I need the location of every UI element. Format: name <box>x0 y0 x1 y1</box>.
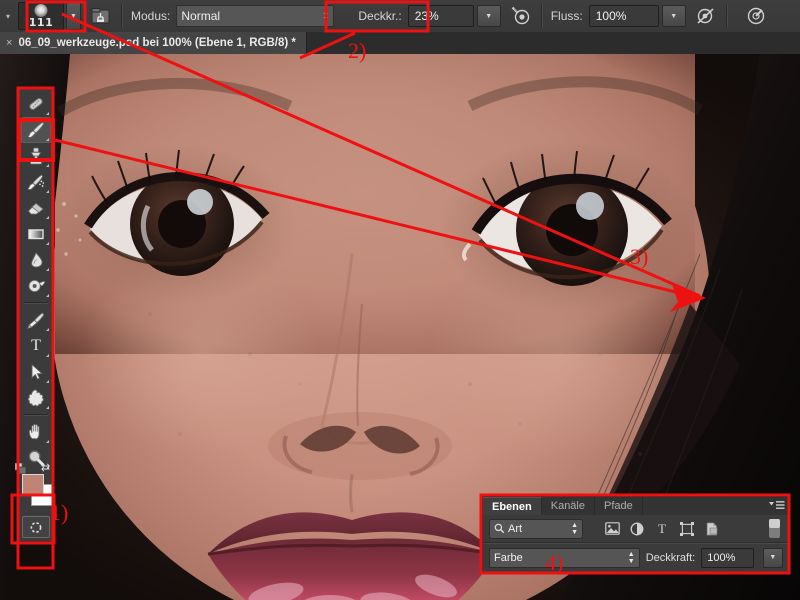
tab-pfade-label: Pfade <box>604 500 633 512</box>
gradient-tool[interactable] <box>21 221 51 247</box>
layer-filter-row: Art ▲ ▼ T <box>483 515 789 542</box>
document-tab-bar: × 06_09_werkzeuge.psd bei 100% (Ebene 1,… <box>0 32 800 54</box>
pen-tool[interactable] <box>21 307 51 333</box>
opacity-label[interactable]: Deckkr.: <box>358 9 401 23</box>
tool-flyout-corner-icon <box>46 440 49 443</box>
layer-opacity-dropdown-arrow[interactable]: ▼ <box>762 547 783 568</box>
blur-tool[interactable] <box>21 247 51 273</box>
type-layer-filter-icon[interactable]: T <box>653 520 671 538</box>
layer-opacity-label: Deckkraft: <box>645 551 696 564</box>
tools-panel: T ⇄ <box>14 88 54 542</box>
layers-panel: Ebenen Kanäle Pfade Art ▲ ▼ T Farbe ▲ ▼ … <box>482 496 790 574</box>
hand-tool[interactable] <box>21 419 51 445</box>
mode-label: Modus: <box>131 9 171 23</box>
filter-updown-arrows: ▲ ▼ <box>571 521 578 536</box>
opacity-dropdown-arrow[interactable]: ▼ <box>476 5 501 27</box>
tool-flyout-corner-icon <box>46 112 49 115</box>
tool-flyout-corner-icon <box>46 164 49 167</box>
tab-ebenen[interactable]: Ebenen <box>483 497 542 515</box>
photoshop-window: ▾ 111 ▼ Modus: Normal ▲▼ Deckkr.: 23% ▼ <box>0 0 800 600</box>
path-selection-tool[interactable] <box>21 359 51 385</box>
document-tab[interactable]: × 06_09_werkzeuge.psd bei 100% (Ebene 1,… <box>0 32 307 54</box>
tool-flyout-corner-icon <box>46 216 49 219</box>
swap-colors-icon[interactable]: ⇄ <box>41 461 55 474</box>
history-brush-tool[interactable] <box>21 169 51 195</box>
pixel-layer-filter-icon[interactable] <box>603 520 621 538</box>
tab-pfade[interactable]: Pfade <box>595 497 643 515</box>
opacity-input[interactable]: 23% <box>407 5 474 27</box>
tab-kanaele-label: Kanäle <box>550 500 585 512</box>
smart-object-filter-icon[interactable] <box>703 520 721 538</box>
smoothing-off-icon[interactable] <box>694 4 718 28</box>
options-bar-grip[interactable]: ▾ <box>0 12 16 21</box>
tool-flyout-corner-icon <box>46 242 49 245</box>
panel-menu-icon[interactable] <box>769 500 785 511</box>
mode-updown-arrows: ▲ ▼ <box>322 9 330 23</box>
flow-label[interactable]: Fluss: <box>551 9 583 23</box>
brush-tool[interactable] <box>21 117 51 143</box>
tablet-pressure-icon[interactable] <box>744 4 768 28</box>
layer-filter-value: Art <box>508 522 523 535</box>
eraser-tool[interactable] <box>21 195 51 221</box>
tool-flyout-corner-icon <box>46 406 49 409</box>
tool-flyout-corner-icon <box>46 354 49 357</box>
blend-mode-dropdown-value: Farbe <box>494 551 523 564</box>
tool-flyout-corner-icon <box>46 138 49 141</box>
tool-flyout-corner-icon <box>46 328 49 331</box>
brush-preset-picker[interactable]: 111 <box>18 2 64 30</box>
default-colors-icon[interactable] <box>14 462 27 475</box>
flow-dropdown-arrow[interactable]: ▼ <box>661 5 686 27</box>
brush-size-label: 111 <box>28 16 54 29</box>
quick-mask-icon[interactable] <box>22 516 50 538</box>
search-icon <box>494 523 505 534</box>
adjustment-layer-filter-icon[interactable] <box>628 520 646 538</box>
dodge-tool[interactable] <box>21 273 51 299</box>
blend-mode-dropdown[interactable]: Farbe ▲ ▼ <box>489 547 640 568</box>
flow-input[interactable]: 100% <box>588 5 659 27</box>
spot-healing-brush-tool[interactable] <box>21 91 51 117</box>
color-swatches: ⇄ <box>14 462 53 506</box>
filter-toggle-switch[interactable] <box>765 519 783 538</box>
options-divider-2 <box>540 5 543 27</box>
layers-panel-tabs: Ebenen Kanäle Pfade <box>483 497 789 515</box>
clone-stamp-tool[interactable] <box>21 143 51 169</box>
brush-tip-thumbnail-icon <box>34 4 48 17</box>
tool-flyout-corner-icon <box>46 380 49 383</box>
tab-ebenen-label: Ebenen <box>492 500 532 513</box>
blend-mode-select[interactable]: Normal ▲ ▼ <box>176 5 335 27</box>
close-icon[interactable]: × <box>6 37 12 49</box>
tool-flyout-corner-icon <box>46 268 49 271</box>
airbrush-icon[interactable] <box>509 4 533 28</box>
tool-flyout-corner-icon <box>46 190 49 193</box>
tab-kanaele[interactable]: Kanäle <box>542 497 595 515</box>
custom-shape-tool[interactable] <box>21 385 51 411</box>
document-tab-title: 06_09_werkzeuge.psd bei 100% (Ebene 1, R… <box>18 37 296 49</box>
layer-filter-type-select[interactable]: Art ▲ ▼ <box>489 518 583 539</box>
type-tool[interactable]: T <box>21 333 51 359</box>
blend-opacity-row: Farbe ▲ ▼ Deckkraft: 100% ▼ <box>483 544 789 571</box>
options-divider-3 <box>725 5 728 27</box>
brush-preset-dropdown-arrow[interactable]: ▼ <box>66 2 81 30</box>
options-divider-1 <box>121 5 123 27</box>
brush-panel-toggle-icon[interactable] <box>89 4 113 28</box>
toolbox-divider-1 <box>24 302 48 304</box>
blend-updown-arrows: ▲ ▼ <box>627 550 635 565</box>
foreground-color-swatch[interactable] <box>22 474 44 496</box>
tool-flyout-corner-icon <box>46 294 49 297</box>
blend-mode-value: Normal <box>181 9 221 23</box>
layer-opacity-input[interactable]: 100% <box>701 547 754 568</box>
toolbox-divider-2 <box>24 414 48 416</box>
tool-options-bar: ▾ 111 ▼ Modus: Normal ▲▼ Deckkr.: 23% ▼ <box>0 0 800 33</box>
shape-layer-filter-icon[interactable] <box>678 520 696 538</box>
